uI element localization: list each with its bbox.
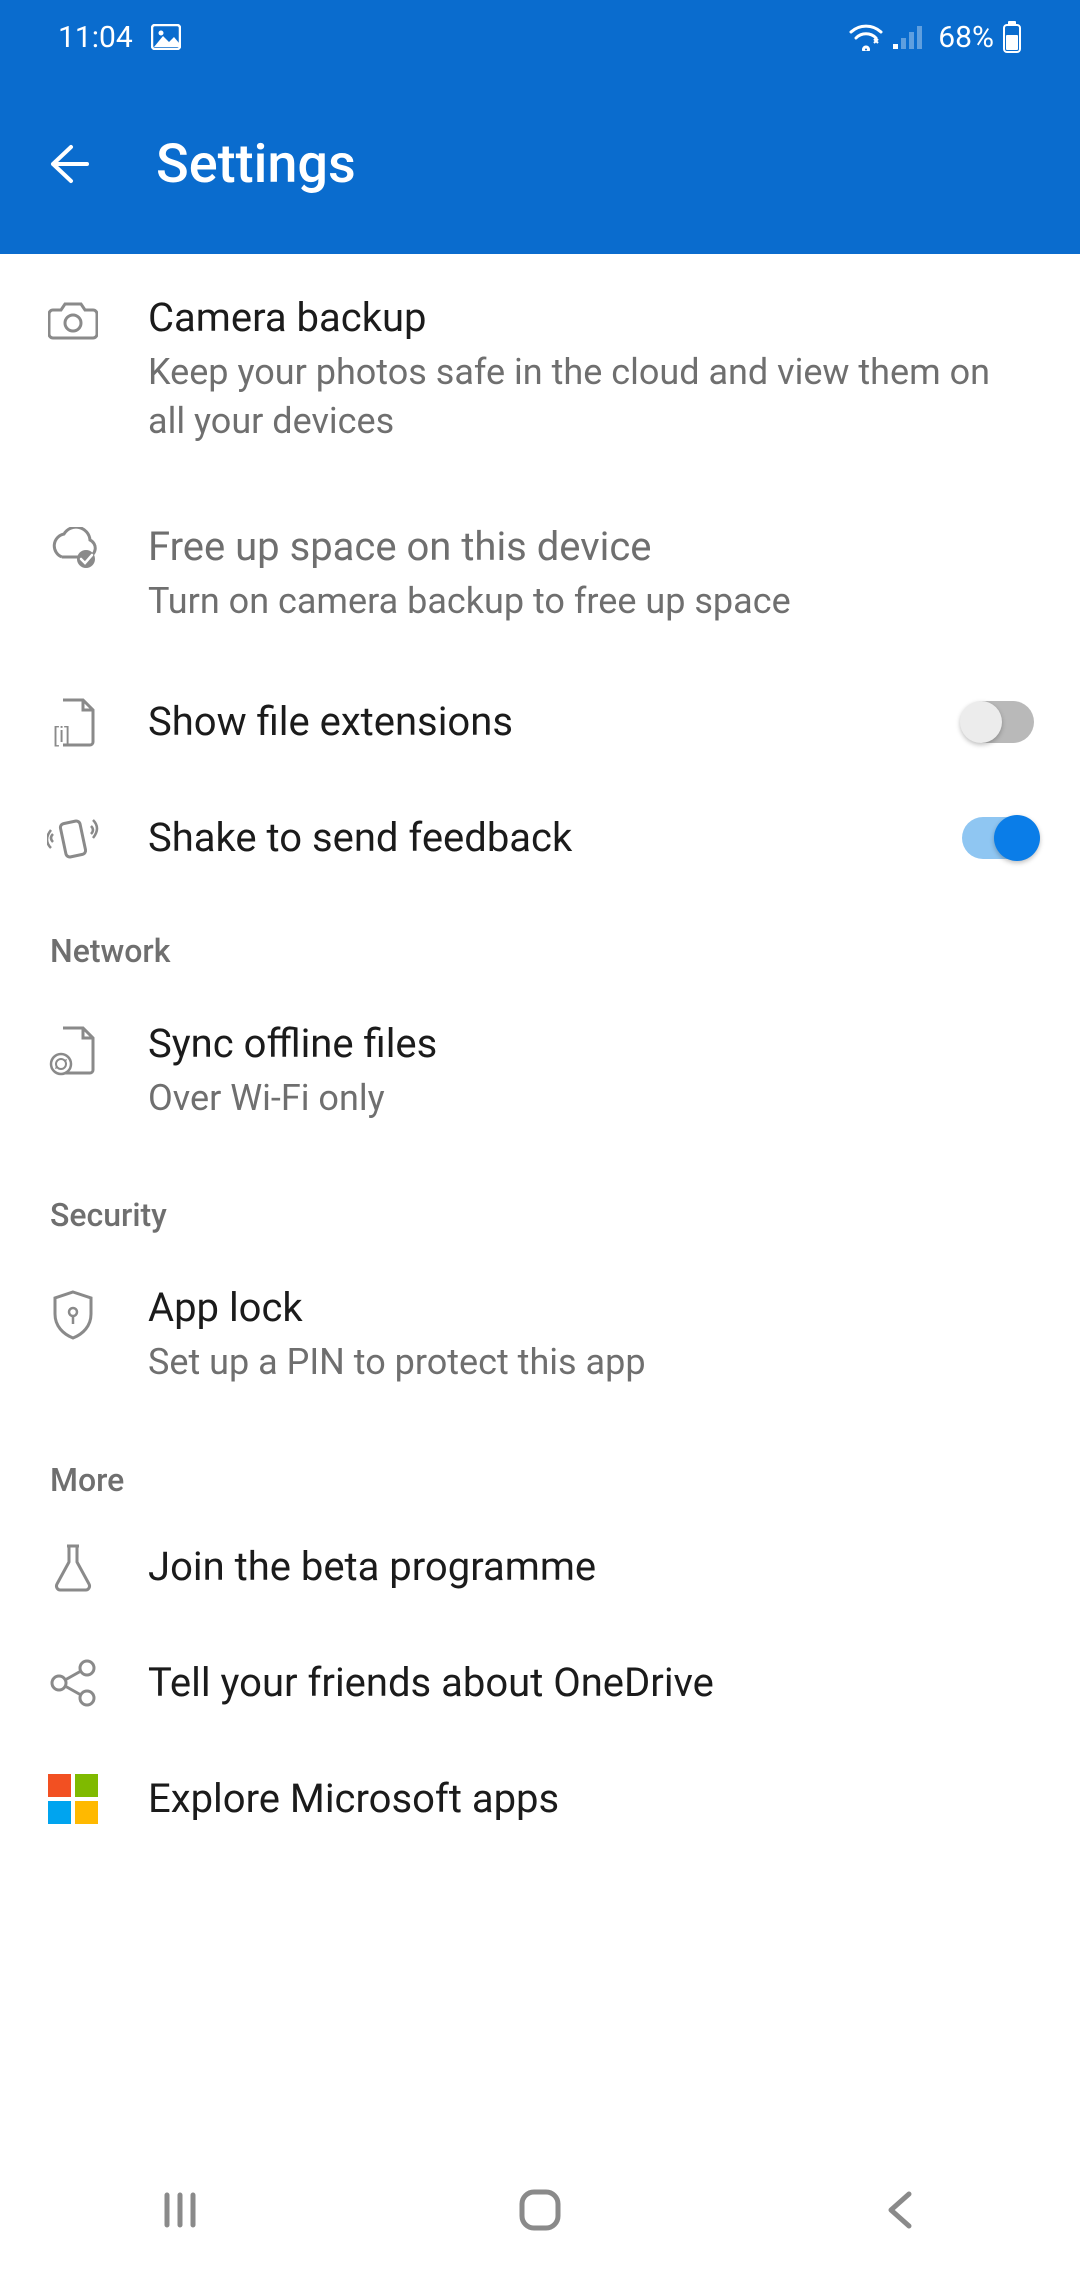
file-info-icon: [i]	[46, 696, 100, 748]
setting-explore-ms-apps[interactable]: Explore Microsoft apps	[0, 1741, 1080, 1857]
battery-icon	[1002, 21, 1022, 53]
section-header-more: More	[0, 1425, 1080, 1509]
settings-list: Camera backup Keep your photos safe in t…	[0, 254, 1080, 1857]
section-header-network: Network	[0, 896, 1080, 980]
back-button[interactable]	[40, 136, 96, 192]
camera-icon	[46, 292, 100, 342]
setting-title: Show file extensions	[148, 696, 896, 748]
status-right: 68%	[848, 20, 1022, 55]
setting-sync-offline-files[interactable]: Sync offline files Over Wi-Fi only	[0, 980, 1080, 1161]
toggle-show-file-extensions[interactable]	[962, 701, 1034, 743]
setting-subtitle: Keep your photos safe in the cloud and v…	[148, 348, 1034, 445]
setting-title: Tell your friends about OneDrive	[148, 1657, 1034, 1709]
setting-camera-backup[interactable]: Camera backup Keep your photos safe in t…	[0, 254, 1080, 483]
setting-title: Camera backup	[148, 292, 1034, 344]
setting-show-file-extensions[interactable]: [i] Show file extensions	[0, 664, 1080, 780]
setting-shake-feedback[interactable]: Shake to send feedback	[0, 780, 1080, 896]
wifi-icon	[848, 23, 884, 51]
signal-icon	[892, 24, 926, 50]
status-left: 11:04	[58, 20, 181, 55]
nav-home-button[interactable]	[460, 2170, 620, 2250]
status-bar: 11:04 68%	[0, 0, 1080, 74]
microsoft-logo-icon	[46, 1774, 100, 1824]
file-sync-icon	[46, 1018, 100, 1076]
status-time: 11:04	[58, 20, 133, 55]
section-header-security: Security	[0, 1160, 1080, 1244]
setting-title: Explore Microsoft apps	[148, 1773, 1034, 1825]
setting-tell-friends[interactable]: Tell your friends about OneDrive	[0, 1625, 1080, 1741]
nav-back-button[interactable]	[820, 2170, 980, 2250]
setting-app-lock[interactable]: App lock Set up a PIN to protect this ap…	[0, 1244, 1080, 1425]
page-title: Settings	[156, 133, 356, 196]
setting-subtitle: Over Wi-Fi only	[148, 1074, 1034, 1123]
toggle-shake-feedback[interactable]	[962, 817, 1034, 859]
setting-join-beta[interactable]: Join the beta programme	[0, 1509, 1080, 1625]
setting-title: Shake to send feedback	[148, 812, 896, 864]
shake-phone-icon	[46, 814, 100, 862]
app-bar: Settings	[0, 74, 1080, 254]
setting-title: Join the beta programme	[148, 1541, 1034, 1593]
setting-subtitle: Set up a PIN to protect this app	[148, 1338, 1034, 1387]
setting-free-up-space[interactable]: Free up space on this device Turn on cam…	[0, 483, 1080, 664]
cloud-check-icon	[46, 521, 100, 569]
system-navigation-bar	[0, 2140, 1080, 2280]
setting-subtitle: Turn on camera backup to free up space	[148, 577, 1034, 626]
shield-lock-icon	[46, 1282, 100, 1342]
nav-recents-button[interactable]	[100, 2170, 260, 2250]
svg-text:[i]: [i]	[53, 722, 70, 747]
flask-icon	[46, 1542, 100, 1592]
status-battery-text: 68%	[938, 20, 994, 55]
share-icon	[46, 1658, 100, 1708]
setting-title: Free up space on this device	[148, 521, 1034, 573]
setting-title: App lock	[148, 1282, 1034, 1334]
picture-icon	[151, 24, 181, 50]
setting-title: Sync offline files	[148, 1018, 1034, 1070]
